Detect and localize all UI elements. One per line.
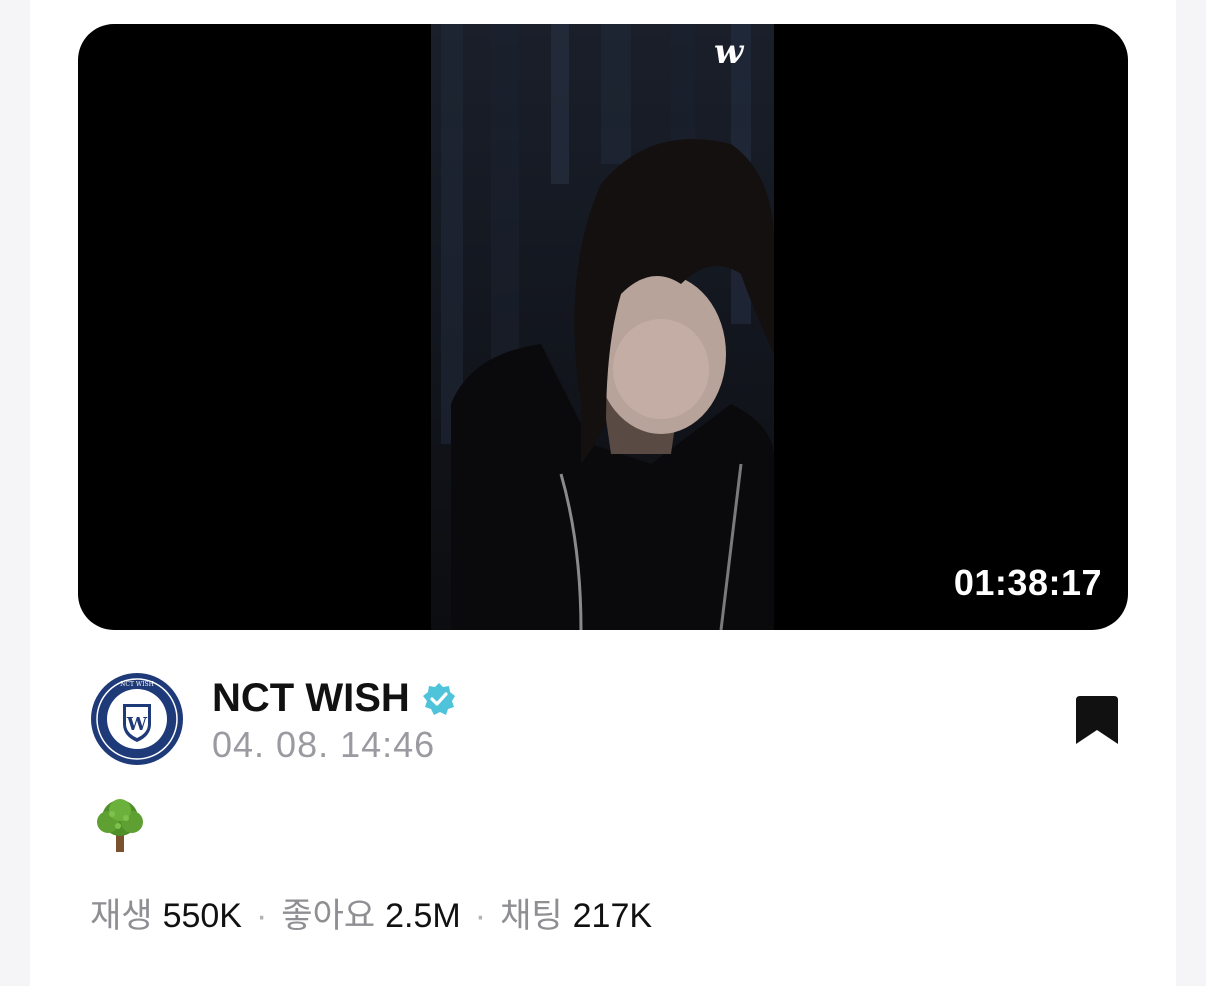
post-card: w 01:38:17 W NCT WISH NCT WISH 04. 08. 1… [30,0,1176,986]
weverse-watermark-icon: w [714,32,743,72]
svg-text:W: W [126,714,148,735]
post-stats: 재생 550K · 좋아요 2.5M · 채팅 217K [90,888,652,937]
like-count: 2.5M [385,897,461,935]
verified-badge-icon [422,682,455,715]
tree-emoji-icon [92,796,148,854]
channel-avatar[interactable]: W NCT WISH [90,672,184,766]
separator: · [474,897,487,935]
chat-count: 217K [572,897,653,935]
separator: · [255,897,268,935]
video-thumbnail [431,24,774,630]
video-player[interactable]: w 01:38:17 [78,24,1128,630]
bookmark-button[interactable] [1074,694,1120,746]
logo-text: NCT WISH [120,681,154,688]
post-date: 04. 08. 14:46 [212,724,436,765]
channel-name[interactable]: NCT WISH [212,676,456,721]
chat-count-label: 채팅 [500,897,563,935]
play-count: 550K [162,897,242,935]
video-duration: 01:38:17 [953,562,1102,603]
bookmark-icon [1076,696,1118,744]
channel-name-label: NCT WISH [212,676,410,720]
like-count-label: 좋아요 [281,897,376,935]
play-count-label: 재생 [90,897,153,935]
